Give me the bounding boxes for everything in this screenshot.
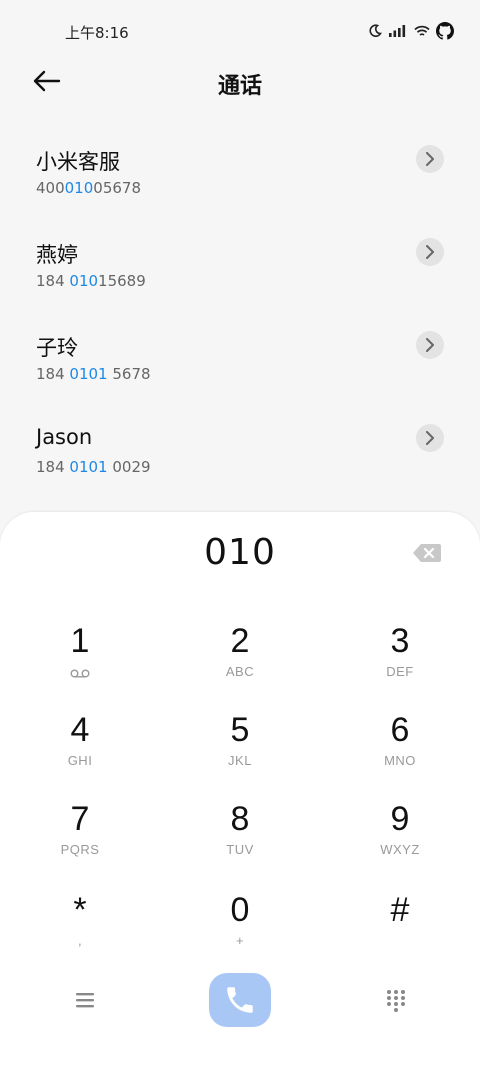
number-match: 0101 (69, 458, 108, 476)
key-star[interactable]: * , (10, 887, 150, 967)
contact-name: Jason (36, 425, 93, 449)
key-0[interactable]: 0 + (170, 887, 310, 967)
key-1[interactable]: 1 (10, 618, 150, 698)
contact-detail-button[interactable] (416, 145, 444, 173)
chevron-right-icon (426, 338, 434, 352)
dialed-number: 010 (204, 532, 276, 573)
key-9[interactable]: 9 WXYZ (330, 796, 470, 876)
key-7[interactable]: 7 PQRS (10, 796, 150, 876)
chevron-right-icon (426, 152, 434, 166)
menu-icon (76, 993, 94, 1008)
status-time: 上午8:16 (65, 24, 129, 42)
contact-number: 184 0101 5678 (36, 365, 151, 383)
voicemail-icon (70, 669, 90, 678)
number-match: 0101 (69, 365, 108, 383)
key-4[interactable]: 4 GHI (10, 707, 150, 787)
signal-icon (389, 25, 406, 37)
contact-detail-button[interactable] (416, 424, 444, 452)
contact-name: 小米客服 (36, 150, 120, 174)
keypad-toggle-button[interactable] (384, 988, 408, 1012)
contact-item[interactable]: 小米客服 40001005678 (0, 128, 480, 221)
contact-number: 184 0101 0029 (36, 458, 151, 476)
contact-list: 小米客服 40001005678 燕婷 184 01015689 子玲 184 … (0, 128, 480, 500)
contact-number: 40001005678 (36, 179, 141, 197)
number-match: 010 (64, 179, 94, 197)
github-icon (436, 22, 454, 40)
contact-name: 子玲 (36, 336, 78, 360)
key-3[interactable]: 3 DEF (330, 618, 470, 698)
dialer-actions (0, 972, 480, 1032)
dialpad-icon (387, 990, 405, 1012)
page-title: 通话 (217, 74, 262, 99)
key-6[interactable]: 6 MNO (330, 707, 470, 787)
chevron-right-icon (426, 245, 434, 259)
contact-detail-button[interactable] (416, 331, 444, 359)
status-bar: 上午8:16 (0, 0, 480, 60)
contact-detail-button[interactable] (416, 238, 444, 266)
call-button[interactable] (209, 973, 271, 1027)
key-5[interactable]: 5 JKL (170, 707, 310, 787)
number-match: 010 (69, 272, 99, 290)
contact-item[interactable]: Jason 184 0101 0029 (0, 407, 480, 500)
menu-button[interactable] (72, 988, 98, 1012)
contact-number: 184 01015689 (36, 272, 146, 290)
key-hash[interactable]: # (330, 887, 470, 967)
wifi-icon (414, 25, 430, 36)
contact-item[interactable]: 燕婷 184 01015689 (0, 221, 480, 314)
key-2[interactable]: 2 ABC (170, 618, 310, 698)
header: 通话 (0, 58, 480, 106)
key-8[interactable]: 8 TUV (170, 796, 310, 876)
status-icons (368, 20, 454, 42)
contact-name: 燕婷 (36, 243, 78, 267)
moon-icon (369, 24, 382, 38)
backspace-icon (413, 544, 441, 562)
dialer-panel: 010 1 2 ABC 3 DEF 4 GHI 5 JKL 6 MNO 7 PQ… (0, 512, 480, 1066)
backspace-button[interactable] (412, 542, 442, 564)
chevron-right-icon (426, 431, 434, 445)
contact-item[interactable]: 子玲 184 0101 5678 (0, 314, 480, 407)
phone-icon (227, 987, 253, 1013)
